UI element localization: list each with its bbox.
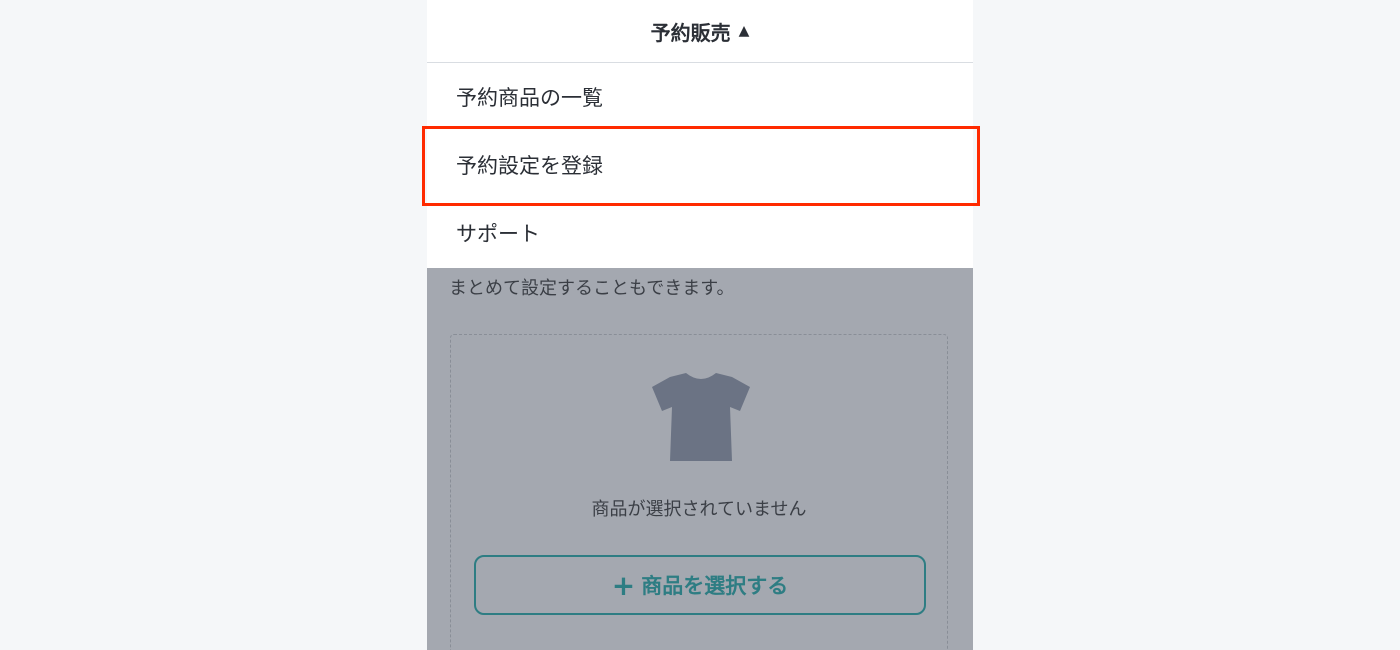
description-text: まとめて設定することもできます。 [449, 278, 735, 299]
select-product-label: 商品を選択する [641, 574, 789, 598]
menu-item-label: 予約設定を登録 [456, 154, 603, 178]
menu-item-label: 予約商品の一覧 [456, 86, 603, 110]
menu-item-register-reservation[interactable]: 予約設定を登録 [427, 131, 973, 199]
caret-up-icon: ▲ [738, 23, 750, 39]
dropdown-title: 予約販売 [650, 20, 731, 45]
empty-state-message: 商品が選択されていません [591, 499, 807, 520]
menu-item-reservation-list[interactable]: 予約商品の一覧 [427, 63, 973, 131]
product-dropzone: 商品が選択されていません + 商品を選択する [450, 334, 948, 650]
dimmed-page-content: まとめて設定することもできます。 商品が選択されていません + 商品を選択する [427, 268, 973, 650]
dropdown-panel: 予約販売 ▲ 予約商品の一覧 予約設定を登録 サポート まとめて設定することもで… [427, 0, 973, 650]
tshirt-icon [652, 373, 750, 461]
select-product-button[interactable]: + 商品を選択する [474, 555, 926, 615]
plus-icon: + [611, 568, 636, 602]
menu-item-label: サポート [456, 222, 540, 246]
dropdown-header[interactable]: 予約販売 ▲ [427, 0, 973, 63]
menu-item-support[interactable]: サポート [427, 199, 973, 267]
